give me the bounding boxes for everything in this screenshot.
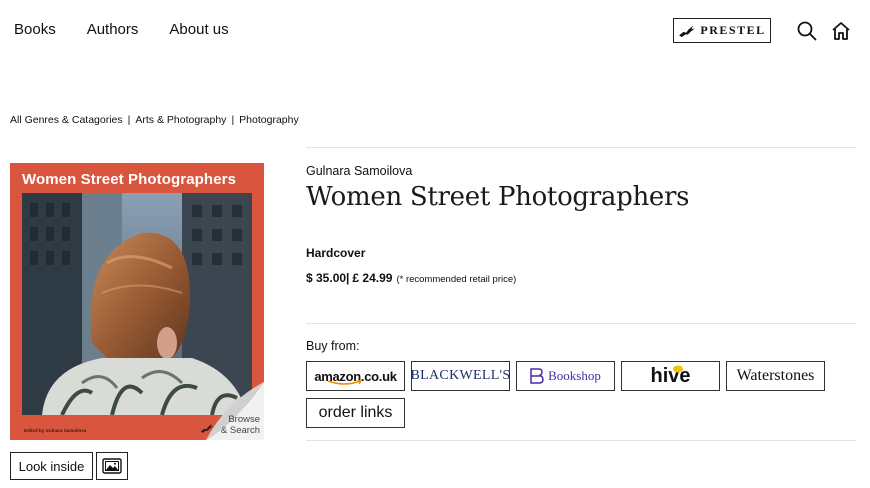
look-inside-button[interactable]: Look inside: [10, 452, 93, 480]
book-price: $ 35.00 | £ 24.99 (* recommended retail …: [306, 271, 516, 285]
waterstones-logo: Waterstones: [736, 367, 815, 384]
nav-about-us[interactable]: About us: [169, 21, 228, 38]
cover-editor: Edited by Gulnara Samoilova: [24, 428, 87, 433]
retailer-waterstones-button[interactable]: Waterstones: [726, 361, 825, 391]
divider: [306, 323, 856, 324]
search-label: & Search: [220, 425, 260, 436]
breadcrumb: All Genres & Catagories | Arts & Photogr…: [10, 114, 299, 126]
breadcrumb-separator: |: [231, 114, 235, 126]
breadcrumb-arts-photography[interactable]: Arts & Photography: [135, 114, 226, 126]
retailer-blackwells-button[interactable]: BLACKWELL'S: [411, 361, 510, 391]
amazon-smile-icon: [327, 380, 363, 385]
breadcrumb-photography[interactable]: Photography: [239, 114, 299, 126]
order-links-button[interactable]: order links: [306, 398, 405, 428]
home-icon: [832, 22, 850, 40]
home-button[interactable]: [830, 20, 852, 42]
image-gallery-icon: [102, 458, 122, 474]
price-gbp: £ 24.99: [352, 271, 393, 285]
browse-label: Browse: [228, 414, 260, 425]
search-button[interactable]: [796, 20, 818, 42]
divider: [306, 440, 856, 441]
search-icon: [797, 21, 817, 41]
order-links-label: order links: [318, 404, 393, 421]
nav-authors[interactable]: Authors: [87, 21, 139, 38]
breadcrumb-all-genres[interactable]: All Genres & Catagories: [10, 114, 123, 126]
breadcrumb-separator: |: [127, 114, 131, 126]
retailer-amazon-button[interactable]: amazon.co.uk: [306, 361, 405, 391]
prestel-logo[interactable]: PRESTEL: [673, 18, 771, 43]
logo-text: PRESTEL: [700, 23, 766, 37]
book-format: Hardcover: [306, 246, 366, 260]
hive-bee-icon: [673, 365, 683, 373]
cover-title: Women Street Photographers: [22, 171, 237, 188]
bookshop-label: Bookshop: [548, 368, 601, 383]
buy-from-label: Buy from:: [306, 339, 360, 353]
prestel-small-logo-icon: [200, 423, 214, 433]
book-cover[interactable]: Women Street Photographers Edited by Gul…: [10, 163, 264, 440]
browse-search-link[interactable]: Browse & Search: [221, 414, 260, 436]
price-usd: $ 35.00: [306, 271, 347, 285]
bookshop-logo: Bookshop: [530, 368, 601, 384]
blackwells-logo: BLACKWELL'S: [410, 368, 511, 383]
price-separator: |: [346, 271, 350, 285]
bookshop-b-icon: [530, 368, 544, 384]
divider: [306, 147, 856, 148]
main-nav: Books Authors About us: [14, 21, 260, 38]
nav-books[interactable]: Books: [14, 21, 56, 38]
book-author[interactable]: Gulnara Samoilova: [306, 164, 412, 178]
price-note: (* recommended retail price): [396, 274, 517, 285]
gallery-button[interactable]: [96, 452, 128, 480]
book-title: Women Street Photographers: [306, 182, 690, 212]
pegasus-icon: [679, 25, 696, 37]
retailer-hive-button[interactable]: hive: [621, 361, 720, 391]
retailer-bookshop-button[interactable]: Bookshop: [516, 361, 615, 391]
hive-logo: hive: [650, 364, 691, 387]
